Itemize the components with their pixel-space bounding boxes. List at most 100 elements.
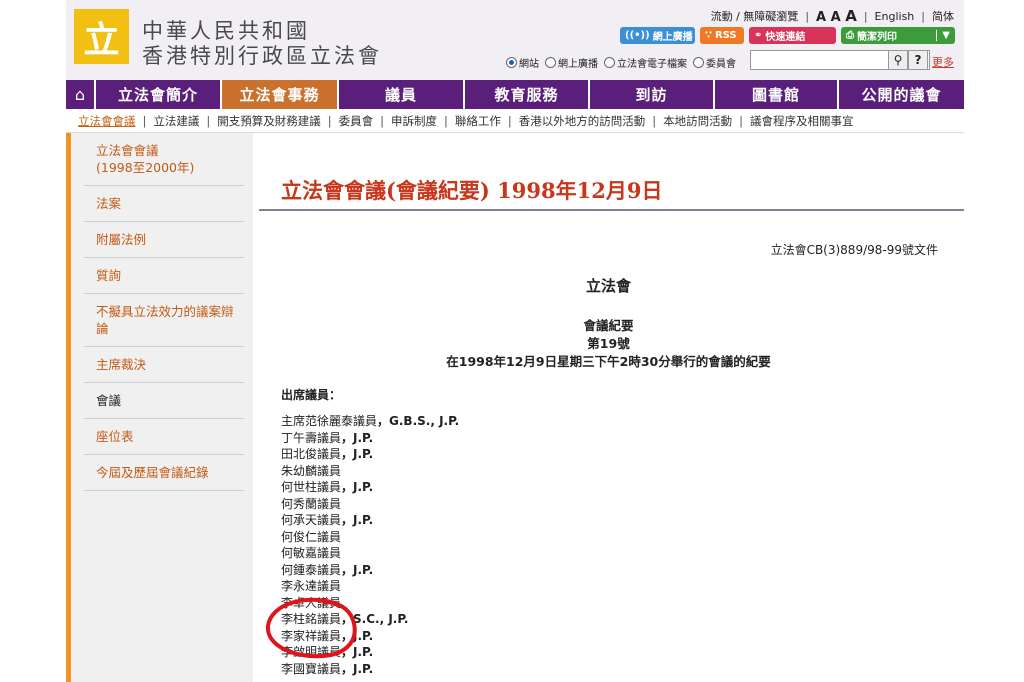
list-item: 田北俊議員，J.P.: [281, 447, 374, 461]
broadcast-icon: ((•)): [625, 30, 650, 41]
legco-logo[interactable]: 立: [74, 9, 129, 64]
list-item: 李家祥議員，J.P.: [281, 628, 374, 643]
webcast-label: 網上廣播: [652, 32, 693, 43]
more-link[interactable]: 更多: [932, 54, 954, 70]
rss-icon: ∵: [705, 30, 712, 41]
search-icon[interactable]: ⚲: [888, 50, 908, 70]
printer-icon: ⎙: [846, 30, 854, 41]
sidebar-item-subsidiary-legislation[interactable]: 附屬法例: [84, 222, 244, 258]
list-item: 何承天議員，J.P.: [281, 513, 374, 527]
sidebar-item-records[interactable]: 今屆及歷屆會議紀錄: [84, 455, 244, 491]
separator: |: [921, 9, 925, 23]
radio-dot[interactable]: [693, 57, 704, 68]
nav-item-members[interactable]: 議員: [337, 80, 463, 109]
list-item: 朱幼麟議員: [281, 463, 342, 478]
heading-minutes: 會議紀要: [583, 318, 634, 333]
subnav-overseas-visits[interactable]: 香港以外地方的訪問活動: [519, 113, 646, 129]
radio-dot[interactable]: [545, 57, 556, 68]
subnav-council-meetings[interactable]: 立法會會議: [78, 113, 136, 129]
sidebar-item-questions[interactable]: 質詢: [84, 258, 244, 294]
rss-button[interactable]: ∵ RSS: [700, 27, 744, 44]
sidebar-item-bills[interactable]: 法案: [84, 186, 244, 222]
site-title-line2: 香港特別行政區立法會: [142, 44, 382, 68]
subnav-procedures[interactable]: 議會程序及相關事宜: [750, 113, 854, 129]
top-links: 流動 / 無障礙瀏覽 | A A A | English | 简体: [711, 7, 954, 25]
heading-legco: 立法會: [585, 277, 631, 295]
nav-item-business[interactable]: 立法會事務: [220, 80, 337, 109]
rss-label: RSS: [714, 30, 737, 41]
sidebar-item-motion-debates[interactable]: 不擬具立法效力的議案辯論: [84, 294, 244, 347]
main-nav: ⌂ 立法會簡介 立法會事務 議員 教育服務 到訪 圖書館 公開的議會: [66, 80, 964, 109]
list-item: 何鍾泰議員，J.P.: [281, 562, 374, 577]
main-content: 立法會會議(會議紀要) 1998年12月9日 立法會CB(3)889/98-99…: [253, 133, 964, 682]
simplified-link[interactable]: 简体: [932, 8, 954, 24]
list-item-highlighted: 李柱銘議員，S.C., J.P.: [281, 612, 409, 626]
webcast-button[interactable]: ((•)) 網上廣播: [620, 27, 695, 44]
link-icon: ⚭: [754, 30, 763, 41]
sidebar: 立法會會議 (1998至2000年) 法案 附屬法例 質詢 不擬具立法效力的議案…: [66, 133, 253, 682]
mobile-accessible-link[interactable]: 流動 / 無障礙瀏覽: [711, 8, 799, 24]
quicklinks-button[interactable]: ⚭ 快速連結: [749, 27, 836, 44]
quicklinks-label: 快速連結: [765, 32, 806, 43]
radio-dot[interactable]: [604, 57, 615, 68]
header-buttons: ((•)) 網上廣播 ∵ RSS ⚭ 快速連結 ⎙ 簡潔列印 ▼: [620, 27, 955, 44]
nav-item-education[interactable]: 教育服務: [463, 80, 588, 109]
list-item: 李國寶議員，J.P.: [281, 661, 374, 676]
document-number: 立法會CB(3)889/98-99號文件: [770, 243, 938, 257]
english-link[interactable]: English: [875, 10, 915, 23]
sidebar-item-council-meetings[interactable]: 立法會會議 (1998至2000年): [84, 133, 244, 186]
radio-website[interactable]: 網站: [506, 55, 539, 70]
subnav-legislation[interactable]: 立法建議: [153, 113, 199, 129]
subnav-local-visits[interactable]: 本地訪問活動: [663, 113, 732, 129]
left-margin: [0, 0, 66, 682]
sidebar-list: 立法會會議 (1998至2000年) 法案 附屬法例 質詢 不擬具立法效力的議案…: [84, 133, 244, 491]
nav-item-library[interactable]: 圖書館: [713, 80, 837, 109]
font-size-controls: A A A: [816, 7, 857, 25]
heading-number: 第19號: [587, 336, 630, 351]
list-item: 何秀蘭議員: [281, 496, 342, 511]
page-title: 立法會會議(會議紀要) 1998年12月9日: [281, 178, 663, 203]
print-button[interactable]: ⎙ 簡潔列印 ▼: [841, 27, 955, 44]
radio-label: 網站: [519, 59, 539, 70]
member-list: 主席范徐麗泰議員，G.B.S., J.P. 丁午壽議員，J.P. 田北俊議員，J…: [281, 413, 459, 677]
list-item: 李卓人議員: [281, 595, 342, 610]
list-item: 何俊仁議員: [281, 529, 342, 544]
radio-webcast[interactable]: 網上廣播: [545, 55, 598, 70]
chevron-down-icon[interactable]: ▼: [936, 30, 950, 41]
list-item: 何敏嘉議員: [281, 546, 342, 560]
list-item: 主席范徐麗泰議員，G.B.S., J.P.: [281, 414, 460, 428]
search-scope-radios: 網站 網上廣播 立法會電子檔案 委員會: [506, 55, 736, 70]
list-item: 李啟明議員，J.P.: [281, 645, 374, 659]
radio-dot[interactable]: [506, 57, 517, 68]
subnav-redress[interactable]: 申訴制度: [391, 113, 437, 129]
nav-item-about[interactable]: 立法會簡介: [94, 80, 220, 109]
help-button[interactable]: ?: [908, 50, 928, 70]
radio-committee[interactable]: 委員會: [693, 55, 736, 70]
site-header: 立 中華人民共和國 香港特別行政區立法會 流動 / 無障礙瀏覽 | A A A …: [66, 0, 964, 80]
list-item: 丁午壽議員，J.P.: [281, 430, 374, 445]
font-large-button[interactable]: A: [845, 7, 857, 25]
sidebar-accent-bar: [66, 133, 71, 682]
radio-label: 網上廣播: [558, 59, 598, 70]
print-label: 簡潔列印: [857, 32, 897, 43]
subnav-estimates[interactable]: 開支預算及財務建議: [217, 113, 321, 129]
sub-nav: 立法會會議 | 立法建議 | 開支預算及財務建議 | 委員會 | 申訴制度 | 聯絡工作 |…: [66, 109, 964, 133]
page: 立 中華人民共和國 香港特別行政區立法會 流動 / 無障礙瀏覽 | A A A …: [66, 0, 964, 682]
subnav-liaison[interactable]: 聯絡工作: [455, 113, 501, 129]
font-small-button[interactable]: A: [816, 10, 826, 25]
nav-item-visit[interactable]: 到訪: [588, 80, 713, 109]
subnav-committees[interactable]: 委員會: [339, 113, 374, 129]
sidebar-item-meetings[interactable]: 會議: [84, 383, 244, 419]
list-item: 李永達議員: [281, 579, 342, 593]
font-mid-button[interactable]: A: [831, 10, 841, 25]
list-item: 何世柱議員，J.P.: [281, 480, 374, 494]
attendance-label: 出席議員：: [281, 388, 342, 402]
separator: |: [805, 9, 810, 23]
right-margin: [964, 0, 1024, 682]
sidebar-item-rulings[interactable]: 主席裁決: [84, 347, 244, 383]
home-icon[interactable]: ⌂: [66, 80, 94, 109]
sidebar-item-seating[interactable]: 座位表: [84, 419, 244, 455]
radio-label: 委員會: [706, 59, 736, 70]
nav-item-open-legco[interactable]: 公開的議會: [837, 80, 964, 109]
radio-e-archive[interactable]: 立法會電子檔案: [604, 55, 687, 70]
